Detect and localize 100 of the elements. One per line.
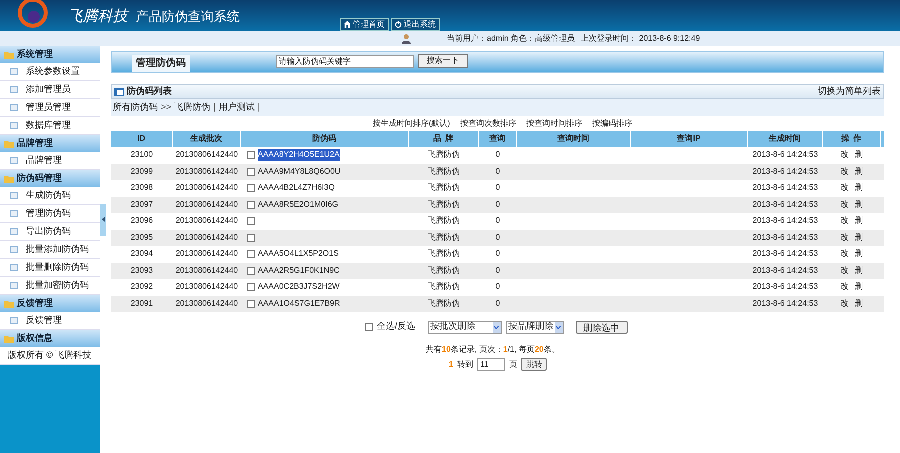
action-link[interactable]: 改 <box>841 264 849 277</box>
delete-selected-button[interactable]: 删除选中 <box>576 320 628 334</box>
table-cell: 2013-8-6 14:24:53 <box>752 198 818 211</box>
checkbox[interactable] <box>247 283 255 292</box>
code-text: AAAA4B2L4Z7H6I3Q <box>258 182 335 194</box>
checkbox[interactable] <box>247 217 255 226</box>
sidebar-item[interactable]: 品牌管理 <box>0 152 100 170</box>
sidebar-item[interactable]: 数据库管理 <box>0 117 100 135</box>
book-icon <box>10 210 18 217</box>
sidebar-item[interactable]: 批量添加防伪码 <box>0 241 100 259</box>
folder-icon <box>4 140 14 148</box>
search-field[interactable]: 请输入防伪码关键字 <box>276 55 414 68</box>
code-text: AAAA8Y2H4O5E1U2A <box>258 149 340 162</box>
action-link[interactable]: 删 <box>855 182 863 194</box>
table-cell: 23093 <box>130 264 154 277</box>
checkbox[interactable] <box>247 184 255 192</box>
collapse-handle[interactable] <box>100 204 106 236</box>
table-cell: 2013-8-6 14:24:53 <box>752 149 818 162</box>
search-button[interactable]: 搜索一下 <box>418 54 468 68</box>
code-text: AAAA1O4S7G1E7B9R <box>258 298 340 310</box>
book-icon <box>10 157 18 164</box>
action-link[interactable]: 删 <box>855 248 863 260</box>
checkbox[interactable] <box>247 151 255 160</box>
sidebar-item[interactable]: 导出防伪码 <box>0 223 100 241</box>
table-cell: 0 <box>496 298 500 310</box>
page-unit: 页 <box>509 358 518 370</box>
action-link[interactable]: 改 <box>841 149 849 162</box>
book-icon <box>10 122 18 129</box>
checkbox[interactable] <box>247 200 255 209</box>
sidebar-section-header[interactable]: 防伪码管理 <box>0 170 100 187</box>
action-link[interactable]: 改 <box>841 298 849 310</box>
book-icon <box>10 282 18 289</box>
action-link[interactable]: 删 <box>855 298 863 310</box>
action-link[interactable]: 改 <box>841 166 849 178</box>
brand-name: 飞腾科技 <box>68 8 128 27</box>
code-text: AAAA0C2B3J7S2H2W <box>258 281 340 294</box>
action-link[interactable]: 删 <box>855 149 863 162</box>
action-link[interactable]: 删 <box>855 232 863 244</box>
table-cell: 20130806142440 <box>176 166 238 178</box>
sidebar-section-header[interactable]: 版权信息 <box>0 330 100 347</box>
dropdown[interactable]: 按品牌删除 <box>506 320 564 334</box>
table-cell: 0 <box>496 232 500 244</box>
checkbox[interactable] <box>365 323 373 331</box>
switch-view-link[interactable]: 切换为简单列表 <box>818 84 881 98</box>
last-login-info: 上次登录时间： 2013-8-6 9:12:49 <box>581 32 700 44</box>
action-link[interactable]: 改 <box>841 248 849 260</box>
book-icon <box>10 104 18 111</box>
sidebar-item[interactable]: 管理防伪码 <box>0 205 100 223</box>
action-link[interactable]: 改 <box>841 232 849 244</box>
action-link[interactable]: 删 <box>855 215 863 228</box>
breadcrumb-link[interactable]: 飞腾防伪 <box>174 100 211 114</box>
checkbox[interactable] <box>247 168 255 176</box>
sidebar-item[interactable]: 批量加密防伪码 <box>0 277 100 295</box>
nav-button[interactable]: 退出系统 <box>391 18 440 31</box>
nav-button[interactable]: 管理首页 <box>340 18 389 31</box>
table-cell: 0 <box>496 281 500 294</box>
sidebar-section-header[interactable]: 系统管理 <box>0 46 100 63</box>
logo-icon <box>16 0 50 30</box>
checkbox[interactable] <box>247 300 255 308</box>
table-cell: 0 <box>496 198 500 211</box>
sidebar-item[interactable]: 管理员管理 <box>0 99 100 117</box>
sort-link[interactable]: 按查询次数排序 <box>460 118 516 130</box>
sort-link[interactable]: 按编码排序 <box>592 118 632 130</box>
checkbox[interactable] <box>247 234 255 242</box>
sidebar-item[interactable]: 生成防伪码 <box>0 187 100 205</box>
table-cell: 2013-8-6 14:24:53 <box>752 232 818 244</box>
page-input[interactable]: 11 <box>477 358 506 371</box>
sidebar-section-header[interactable]: 反馈管理 <box>0 295 100 312</box>
checkbox[interactable] <box>247 266 255 275</box>
breadcrumb-separator: >> <box>161 100 172 114</box>
page-title: 管理防伪码 <box>132 55 190 72</box>
sidebar-item[interactable]: 反馈管理 <box>0 312 100 330</box>
action-link[interactable]: 改 <box>841 182 849 194</box>
action-link[interactable]: 改 <box>841 215 849 228</box>
sidebar-item[interactable]: 批量删除防伪码 <box>0 259 100 277</box>
table-cell: 20130806142440 <box>176 232 238 244</box>
action-link[interactable]: 删 <box>855 264 863 277</box>
table-cell: 0 <box>496 149 500 162</box>
table-cell: 20130806142440 <box>176 281 238 294</box>
checkbox[interactable] <box>247 250 255 258</box>
code-text: AAAA5O4L1X5P2O1S <box>258 248 339 260</box>
table-cell: 23098 <box>130 182 154 194</box>
sidebar-item[interactable]: 系统参数设置 <box>0 63 100 81</box>
sidebar-item[interactable]: 添加管理员 <box>0 81 100 99</box>
breadcrumb-link[interactable]: 用户测试 <box>218 100 255 114</box>
table-cell: 0 <box>496 264 500 277</box>
dropdown[interactable]: 按批次删除 <box>428 320 502 334</box>
breadcrumb-link[interactable]: 所有防伪码 <box>113 100 158 114</box>
jump-button[interactable]: 跳转 <box>521 358 548 371</box>
action-link[interactable]: 改 <box>841 281 849 294</box>
sort-link[interactable]: 按生成时间排序(默认) <box>373 118 450 130</box>
action-link[interactable]: 删 <box>855 166 863 178</box>
action-link[interactable]: 改 <box>841 198 849 211</box>
action-link[interactable]: 删 <box>855 198 863 211</box>
action-link[interactable]: 删 <box>855 281 863 294</box>
sort-link[interactable]: 按查询时间排序 <box>526 118 582 130</box>
sidebar-section-header[interactable]: 品牌管理 <box>0 135 100 152</box>
book-icon <box>10 86 18 93</box>
table-cell: 20130806142440 <box>176 149 238 162</box>
table-cell: 20130806142440 <box>176 264 238 277</box>
